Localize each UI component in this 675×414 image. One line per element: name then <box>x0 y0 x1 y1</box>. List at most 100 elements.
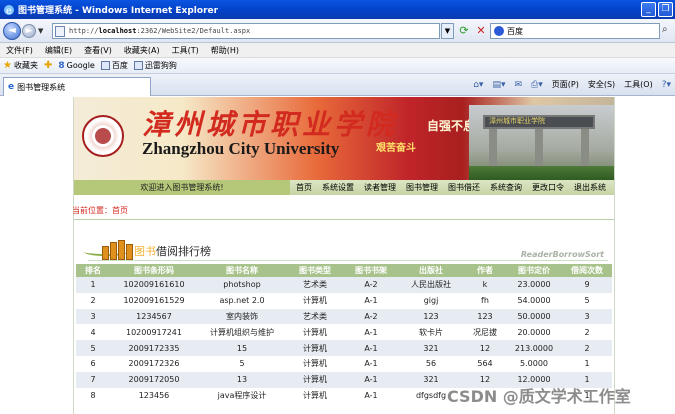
mail-icon[interactable]: ✉ <box>514 80 522 90</box>
cell-rank: 7 <box>76 371 110 388</box>
cell-shelf: A-1 <box>344 387 398 404</box>
nav-book-management[interactable]: 图书管理 <box>406 182 438 193</box>
nav-links: 首页 系统设置 读者管理 图书管理 图书借还 系统查询 更改口令 退出系统 <box>290 180 614 195</box>
csdn-watermark: CSDN @质文学术工作室 <box>447 387 631 406</box>
favorite-baidu[interactable]: 百度 <box>100 60 128 71</box>
menu-tools[interactable]: 工具(T) <box>172 45 199 56</box>
cell-shelf: A-1 <box>344 355 398 372</box>
cell-borrow-count: 5 <box>562 292 612 309</box>
tab-label: 图书管理系统 <box>17 82 66 92</box>
page-viewport: 漳州城市职业学院 Zhangzhou City University 自强不息 … <box>0 97 675 414</box>
tab-row: e 图书管理系统 ⌂▾ ▤▾ ✉ ⎙▾ 页面(P) 安全(S) 工具(O) ?▾ <box>0 74 675 96</box>
cell-borrow-count: 2 <box>562 324 612 341</box>
back-button[interactable]: ◄ <box>3 22 21 40</box>
cell-barcode: 2009172326 <box>110 355 198 372</box>
menu-favorites[interactable]: 收藏夹(A) <box>124 45 160 56</box>
minimize-button[interactable]: _ <box>641 2 656 17</box>
cell-borrow-count: 1 <box>562 355 612 372</box>
home-icon[interactable]: ⌂▾ <box>473 80 483 90</box>
cell-author: k <box>464 277 506 293</box>
menu-file[interactable]: 文件(F) <box>6 45 33 56</box>
col-header-author: 作者 <box>464 264 506 277</box>
table-row: 2 102009161529 asp.net 2.0 计算机 A-1 gigj fh 54.0… <box>76 292 612 309</box>
add-favorite-button[interactable]: ✚ <box>44 60 52 71</box>
restore-button[interactable]: ❐ <box>658 2 673 17</box>
nav-book-borrow-return[interactable]: 图书借还 <box>448 182 480 193</box>
table-row: 3 1234567 室内装饰 艺术类 A-2 123 123 50.0000 3 <box>76 308 612 325</box>
safety-menu[interactable]: 安全(S) <box>588 79 615 90</box>
cell-author: fh <box>464 292 506 309</box>
cell-shelf: A-1 <box>344 292 398 309</box>
search-input[interactable]: 百度 <box>490 23 660 39</box>
feeds-icon[interactable]: ▤▾ <box>492 80 505 90</box>
gate-sign-text: 漳州城市职业学院 <box>489 117 545 125</box>
menu-bar: 文件(F) 编辑(E) 查看(V) 收藏夹(A) 工具(T) 帮助(H) <box>0 43 675 58</box>
favorite-xunlei[interactable]: 迅雷狗狗 <box>133 60 177 71</box>
menu-edit[interactable]: 编辑(E) <box>45 45 72 56</box>
favorite-baidu-label: 百度 <box>111 61 128 70</box>
forward-button[interactable]: ► <box>22 24 36 38</box>
table-row: 6 2009172326 5 计算机 A-1 56 564 5.0000 1 <box>76 355 612 372</box>
cell-barcode: 2009172050 <box>110 371 198 388</box>
tab-library-system[interactable]: e 图书管理系统 <box>3 77 151 96</box>
col-header-borrow-count: 借阅次数 <box>562 264 612 277</box>
welcome-text: 欢迎进入图书管理系统! <box>140 183 224 192</box>
url-path: :2362/WebSite2/Default.aspx <box>136 27 251 35</box>
favorite-google-label: Google <box>66 61 95 70</box>
cell-borrow-count: 9 <box>562 277 612 293</box>
search-icon[interactable]: ⌕ <box>662 24 668 35</box>
table-row: 1 102009161610 photshop 艺术类 A-2 人民出版社 k 23.0000… <box>76 277 612 293</box>
cell-type: 计算机 <box>286 371 344 388</box>
cell-rank: 1 <box>76 277 110 293</box>
cell-price: 20.0000 <box>506 324 562 341</box>
ie-logo-icon: e <box>4 4 14 16</box>
cell-publisher: gigj <box>398 292 464 309</box>
page-menu[interactable]: 页面(P) <box>552 79 579 90</box>
cell-barcode: 1234567 <box>110 308 198 325</box>
gate-pillar <box>489 129 497 169</box>
gate-pillar <box>581 129 589 169</box>
tools-menu[interactable]: 工具(O) <box>624 79 653 90</box>
col-header-barcode: 图书条形码 <box>110 264 198 277</box>
baidu-page-icon <box>100 61 110 70</box>
divider <box>74 219 614 220</box>
university-banner: 漳州城市职业学院 Zhangzhou City University 自强不息 … <box>74 97 614 180</box>
url-prefix: http:// <box>69 27 99 35</box>
favorites-button[interactable]: ★ 收藏夹 <box>3 60 38 71</box>
col-header-shelf: 图书书架 <box>344 264 398 277</box>
university-seal-logo <box>82 115 124 157</box>
cell-shelf: A-1 <box>344 324 398 341</box>
cell-rank: 2 <box>76 292 110 309</box>
cell-title: photshop <box>198 277 286 293</box>
cell-title: java程序设计 <box>198 387 286 404</box>
trees <box>469 166 614 180</box>
nav-system-settings[interactable]: 系统设置 <box>322 182 354 193</box>
table-row: 4 10200917241 计算机组织与维护 计算机 A-1 软卡片 况尼拔 20.0000 2 <box>76 324 612 341</box>
nav-logout[interactable]: 退出系统 <box>574 182 606 193</box>
cell-publisher: 软卡片 <box>398 324 464 341</box>
cell-barcode: 10200917241 <box>110 324 198 341</box>
menu-help[interactable]: 帮助(H) <box>211 45 239 56</box>
nav-home[interactable]: 首页 <box>296 182 312 193</box>
url-dropdown-icon[interactable]: ▼ <box>441 23 454 39</box>
cell-shelf: A-2 <box>344 308 398 325</box>
refresh-icon[interactable]: ⟳ <box>456 23 472 39</box>
help-icon[interactable]: ?▾ <box>662 80 671 90</box>
address-bar: ◄ ► ▼ http://localhost:2362/WebSite2/Def… <box>0 19 675 43</box>
stop-icon[interactable]: ✕ <box>474 23 488 39</box>
command-bar: ⌂▾ ▤▾ ✉ ⎙▾ 页面(P) 安全(S) 工具(O) ?▾ <box>473 79 671 90</box>
history-dropdown-icon[interactable]: ▼ <box>38 27 43 35</box>
cell-publisher: 321 <box>398 340 464 356</box>
menu-view[interactable]: 查看(V) <box>84 45 112 56</box>
nav-system-query[interactable]: 系统查询 <box>490 182 522 193</box>
cell-type: 计算机 <box>286 355 344 372</box>
cell-author: 564 <box>464 355 506 372</box>
google-icon: 8 <box>58 60 65 71</box>
print-icon[interactable]: ⎙▾ <box>531 80 543 90</box>
university-en-name: Zhangzhou City University <box>142 139 340 158</box>
nav-reader-management[interactable]: 读者管理 <box>364 182 396 193</box>
url-input[interactable]: http://localhost:2362/WebSite2/Default.a… <box>52 23 440 39</box>
nav-change-password[interactable]: 更改口令 <box>532 182 564 193</box>
favorite-google[interactable]: 8 Google <box>58 61 94 71</box>
page-icon <box>55 25 65 37</box>
